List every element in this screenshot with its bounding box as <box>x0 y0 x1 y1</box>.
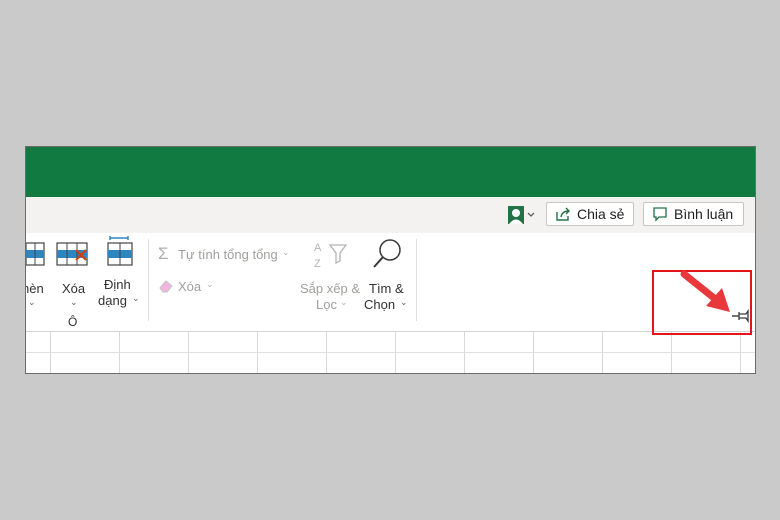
person-icon <box>508 206 535 224</box>
delete-cells-button[interactable]: Xóa ⌄ <box>56 237 92 309</box>
sort-filter-icon: A Z <box>314 242 348 270</box>
search-icon <box>373 239 401 268</box>
sort-filter-label-line2: Lọc <box>316 297 337 312</box>
grid-line <box>119 332 120 373</box>
grid-line <box>671 332 672 373</box>
sigma-icon: Σ <box>158 244 169 263</box>
grid-line <box>464 332 465 373</box>
share-button[interactable]: Chia sẻ <box>546 202 634 226</box>
cells-group-label: Ô <box>68 315 78 329</box>
grid-line <box>602 332 603 373</box>
grid-line <box>326 332 327 373</box>
sort-filter-button[interactable]: A Z Sắp xếp & Lọc ⌄ <box>298 237 362 312</box>
insert-cells-icon <box>26 242 45 266</box>
svg-text:Z: Z <box>314 258 321 270</box>
account-button[interactable] <box>506 205 538 225</box>
grid-line <box>395 332 396 373</box>
clear-label: Xóa <box>178 279 202 294</box>
chevron-down-icon: ⌄ <box>28 297 36 307</box>
grid-line <box>533 332 534 373</box>
clear-button[interactable]: Xóa ⌄ <box>158 277 218 297</box>
grid-line <box>188 332 189 373</box>
comments-button[interactable]: Bình luận <box>643 202 744 226</box>
find-select-label-line2: Chọn <box>364 297 396 312</box>
grid-line <box>50 332 51 373</box>
find-select-label-line1: Tìm & <box>369 281 404 296</box>
find-select-button[interactable]: Tìm & Chọn ⌄ <box>364 237 414 312</box>
excel-window: Chia sẻ Bình luận hèn ⌄ <box>25 146 756 374</box>
autosum-label: Tự tính tổng tổng <box>178 247 278 262</box>
chevron-down-icon: ⌄ <box>400 297 408 307</box>
format-cells-button[interactable]: Định dạng ⌄ <box>98 233 142 309</box>
chevron-down-icon: ⌄ <box>132 293 140 303</box>
share-icon <box>556 207 570 221</box>
red-arrow-icon <box>680 270 730 312</box>
worksheet-grid[interactable] <box>26 331 755 373</box>
format-cells-icon <box>107 236 133 266</box>
comments-label: Bình luận <box>674 206 734 222</box>
insert-cells-button[interactable]: hèn ⌄ <box>26 237 52 309</box>
grid-line <box>740 332 741 373</box>
insert-cells-label: hèn <box>26 281 44 296</box>
sort-filter-label-line1: Sắp xếp & <box>300 281 360 296</box>
format-cells-label-line1: Định <box>104 277 131 292</box>
delete-cells-label: Xóa <box>62 281 86 296</box>
chevron-down-icon: ⌄ <box>206 279 214 289</box>
group-separator <box>148 239 149 321</box>
grid-line <box>26 352 755 353</box>
share-label: Chia sẻ <box>577 206 625 222</box>
eraser-icon <box>159 280 173 293</box>
group-separator <box>416 239 417 321</box>
chevron-down-icon: ⌄ <box>70 297 78 307</box>
ribbon: hèn ⌄ Xóa ⌄ Định dạng ⌄ <box>26 233 755 331</box>
comment-icon <box>653 207 667 222</box>
delete-cells-icon <box>56 242 88 266</box>
format-cells-label-line2: dạng <box>98 293 127 308</box>
title-bar <box>26 147 755 197</box>
svg-text:A: A <box>314 242 322 254</box>
autosum-button[interactable]: Σ Tự tính tổng tổng ⌄ <box>158 244 294 265</box>
grid-line <box>257 332 258 373</box>
chevron-down-icon: ⌄ <box>282 247 290 257</box>
chevron-down-icon: ⌄ <box>340 297 348 307</box>
